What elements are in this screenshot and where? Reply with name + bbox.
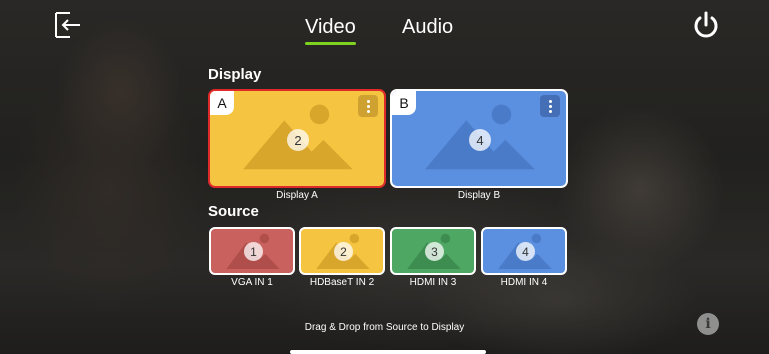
source-card-vga-in-1[interactable]: 1 xyxy=(209,227,295,275)
more-options-button[interactable] xyxy=(358,95,378,117)
tab-video[interactable]: Video xyxy=(305,16,356,39)
home-indicator xyxy=(290,350,486,354)
source-card-hdmi-in-3[interactable]: 3 xyxy=(390,227,476,275)
drag-drop-hint: Drag & Drop from Source to Display xyxy=(304,322,465,333)
display-section-title: Display xyxy=(208,66,262,83)
display-card-b[interactable]: B 4 xyxy=(390,89,568,188)
source-number-badge: 1 xyxy=(244,242,263,261)
back-button[interactable] xyxy=(53,11,81,39)
more-options-button[interactable] xyxy=(540,95,560,117)
source-label-hdmi-in-4: HDMI IN 4 xyxy=(500,277,548,288)
info-icon: i xyxy=(705,316,711,332)
power-icon xyxy=(694,11,718,38)
source-number-badge: 2 xyxy=(287,129,309,151)
source-number-badge: 3 xyxy=(425,242,444,261)
source-number-badge: 2 xyxy=(334,242,353,261)
source-label-vga-in-1: VGA IN 1 xyxy=(231,277,273,288)
more-vertical-icon xyxy=(548,99,552,103)
display-caption-a: Display A xyxy=(276,190,318,201)
info-button[interactable]: i xyxy=(697,313,719,335)
source-label-hdmi-in-3: HDMI IN 3 xyxy=(409,277,457,288)
display-card-a[interactable]: A 2 xyxy=(208,89,386,188)
more-vertical-icon xyxy=(366,99,370,103)
source-section-title: Source xyxy=(208,203,259,220)
display-caption-b: Display B xyxy=(457,190,501,201)
power-button[interactable] xyxy=(692,10,720,40)
active-tab-indicator xyxy=(305,42,356,45)
back-arrow-icon xyxy=(55,12,80,38)
source-card-hdbaset-in-2[interactable]: 2 xyxy=(299,227,385,275)
source-card-hdmi-in-4[interactable]: 4 xyxy=(481,227,567,275)
source-number-badge: 4 xyxy=(469,129,491,151)
tab-audio[interactable]: Audio xyxy=(402,16,453,39)
display-letter-label: A xyxy=(210,91,234,115)
display-letter-label: B xyxy=(392,91,416,115)
source-number-badge: 4 xyxy=(516,242,535,261)
source-label-hdbaset-in-2: HDBaseT IN 2 xyxy=(309,277,375,288)
